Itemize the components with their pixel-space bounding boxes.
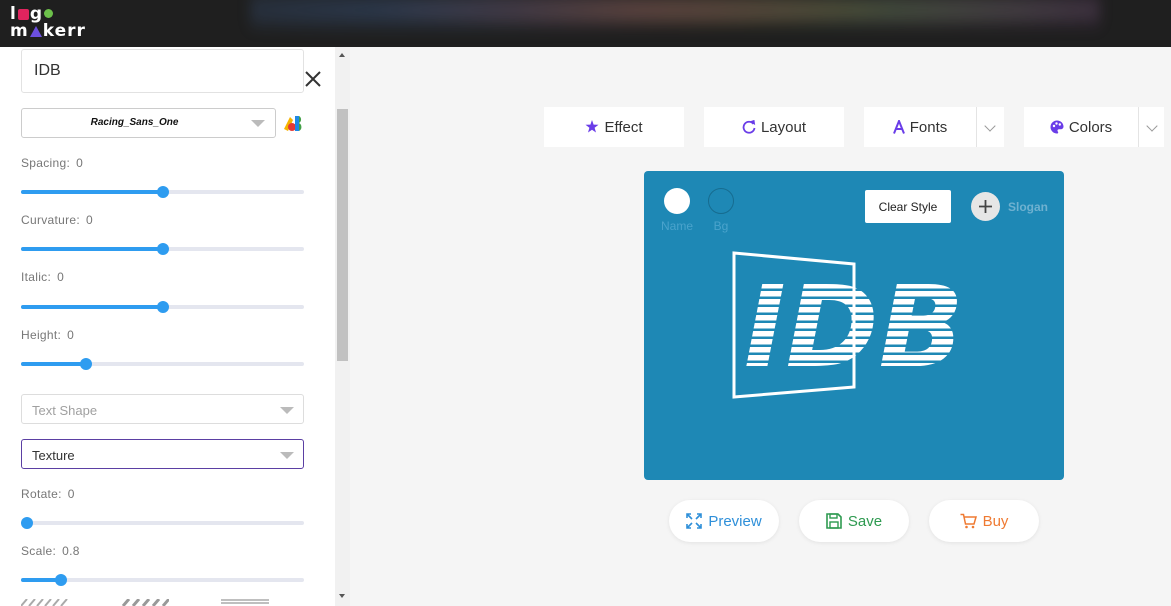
texture-swatch[interactable]: [21, 599, 69, 606]
bg-swatch-label: Bg: [713, 219, 729, 233]
layout-button[interactable]: Layout: [704, 107, 844, 147]
panel-scrollbar[interactable]: [335, 47, 350, 606]
font-select-value: Racing_Sans_One: [90, 117, 179, 128]
slider-name: Height:: [21, 328, 62, 342]
preview-label: Preview: [708, 512, 762, 530]
name-swatch-label: Name: [660, 219, 693, 233]
colors-label: Colors: [1068, 118, 1113, 136]
slider-track[interactable]: [21, 358, 304, 370]
floppy-disk-icon: [826, 513, 842, 529]
slider-value: 0.8: [62, 544, 80, 558]
expand-icon: [686, 513, 703, 529]
slider-fill: [21, 190, 163, 194]
effect-button[interactable]: Effect: [544, 107, 684, 147]
slider-thumb[interactable]: [156, 243, 169, 255]
slider-name: Spacing:: [21, 156, 71, 170]
slider-label: Height: 0: [21, 328, 74, 342]
font-select[interactable]: Racing_Sans_One: [21, 108, 276, 138]
cart-icon: [960, 513, 977, 529]
text-shape-select[interactable]: Text Shape: [21, 394, 304, 424]
logo-text: IDB: [744, 263, 964, 393]
slider-name: Scale:: [21, 544, 57, 558]
slider-label: Rotate: 0: [21, 487, 75, 501]
slider-label: Spacing: 0: [21, 156, 83, 170]
palette-icon: [1050, 120, 1064, 134]
font-icon: [892, 120, 905, 134]
scroll-down-icon[interactable]: [339, 594, 345, 598]
slider-name: Italic:: [21, 270, 52, 284]
logo-canvas[interactable]: Name Bg Clear Style Slogan IDB: [644, 171, 1064, 480]
texture-select[interactable]: Texture: [21, 439, 304, 469]
clear-style-button[interactable]: Clear Style: [865, 190, 951, 223]
slider-label: Curvature: 0: [21, 213, 93, 227]
style-panel: Racing_Sans_One Spacing:0Curvature:0Ital…: [0, 47, 350, 606]
top-bar: lg m kerr: [0, 0, 1171, 47]
app-logo[interactable]: lg m kerr: [10, 6, 86, 40]
bg-color-swatch[interactable]: [708, 188, 734, 214]
google-fonts-icon[interactable]: [284, 115, 304, 132]
refresh-icon: [742, 120, 756, 134]
slider-fill: [21, 247, 163, 251]
slider-track[interactable]: [21, 517, 304, 529]
add-slogan-button[interactable]: [971, 192, 1000, 221]
texture-value: Texture: [32, 448, 75, 463]
buy-button[interactable]: Buy: [929, 500, 1039, 542]
text-shape-value: Text Shape: [32, 403, 98, 418]
plus-icon: [979, 200, 992, 213]
chevron-down-icon: [1146, 120, 1158, 132]
close-icon[interactable]: [303, 69, 323, 89]
slider-label: Italic: 0: [21, 270, 64, 284]
slider-value: 0: [57, 270, 65, 284]
slider-track[interactable]: [21, 574, 304, 586]
slider-track[interactable]: [21, 186, 304, 198]
scroll-up-icon[interactable]: [339, 53, 345, 57]
logo-artwork[interactable]: IDB: [729, 251, 974, 401]
chevron-down-icon: [280, 407, 294, 414]
name-color-swatch[interactable]: [664, 188, 690, 214]
texture-swatch[interactable]: [221, 599, 269, 606]
chevron-down-icon: [280, 452, 294, 459]
slogan-label: Slogan: [1008, 200, 1049, 214]
scrollbar-thumb[interactable]: [337, 109, 348, 361]
chevron-down-icon: [251, 120, 265, 127]
slider-value: 0: [86, 213, 94, 227]
slider-track[interactable]: [21, 301, 304, 313]
slider-label: Scale: 0.8: [21, 544, 80, 558]
slider-fill: [21, 305, 163, 309]
colors-dropdown-toggle[interactable]: [1138, 107, 1164, 147]
effect-icon: [585, 120, 599, 133]
chevron-down-icon: [984, 120, 996, 132]
save-label: Save: [847, 512, 883, 530]
effect-label: Effect: [604, 118, 643, 136]
name-input[interactable]: [21, 49, 304, 93]
layout-label: Layout: [760, 118, 807, 136]
preview-button[interactable]: Preview: [669, 500, 779, 542]
clear-style-label: Clear Style: [878, 199, 938, 214]
slider-name: Curvature:: [21, 213, 81, 227]
header-glow: [250, 0, 1100, 47]
slider-thumb[interactable]: [156, 301, 169, 313]
colors-button[interactable]: Colors: [1024, 107, 1138, 147]
slider-track[interactable]: [21, 243, 304, 255]
fonts-button[interactable]: Fonts: [864, 107, 976, 147]
slider-thumb[interactable]: [54, 574, 67, 586]
slider-thumb[interactable]: [21, 517, 33, 529]
slider-thumb[interactable]: [80, 358, 93, 370]
slider-value: 0: [67, 328, 75, 342]
slider-fill: [21, 362, 87, 366]
texture-swatch[interactable]: [121, 599, 169, 606]
fonts-label: Fonts: [909, 118, 948, 136]
buy-label: Buy: [982, 512, 1009, 530]
slider-value: 0: [67, 487, 75, 501]
slider-thumb[interactable]: [156, 186, 169, 198]
save-button[interactable]: Save: [799, 500, 909, 542]
fonts-dropdown-toggle[interactable]: [976, 107, 1004, 147]
slider-name: Rotate:: [21, 487, 62, 501]
slider-value: 0: [76, 156, 84, 170]
